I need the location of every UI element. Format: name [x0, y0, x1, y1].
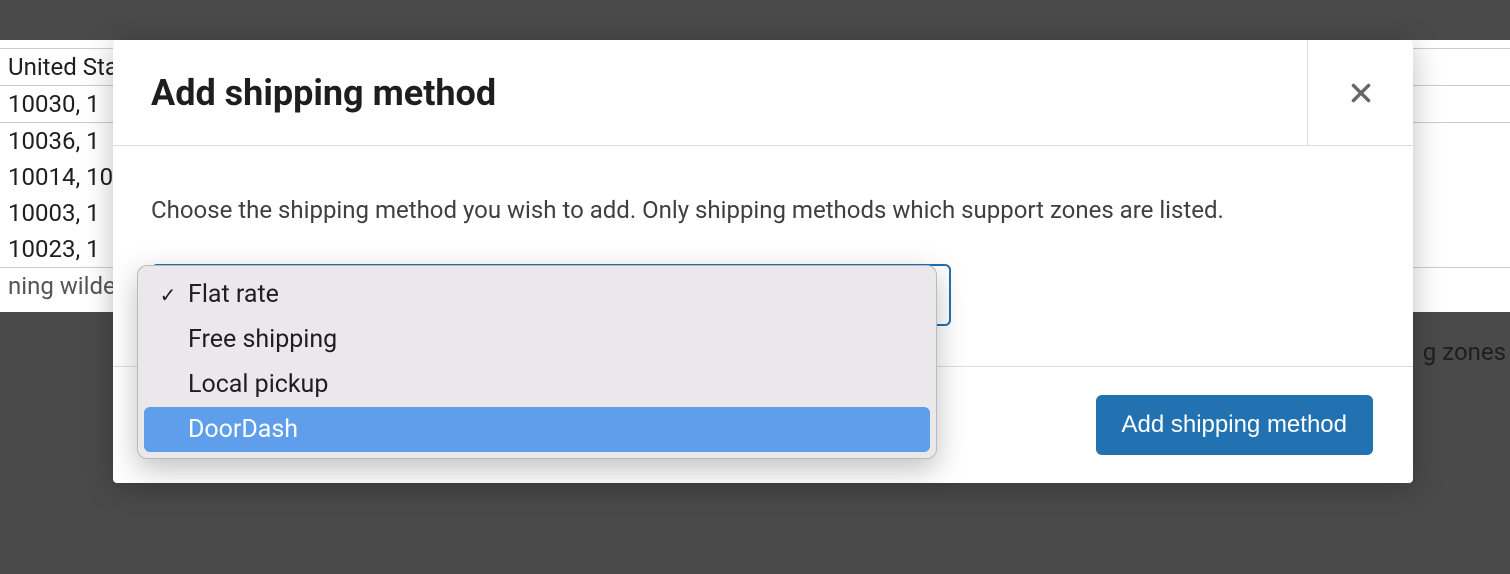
bg-hint-right: g zones — [1423, 338, 1506, 366]
modal-header: Add shipping method — [113, 40, 1413, 146]
option-label: Flat rate — [188, 280, 279, 309]
add-shipping-method-button[interactable]: Add shipping method — [1096, 395, 1374, 455]
shipping-method-dropdown[interactable]: ✓ Flat rate Free shipping Local pickup D… — [137, 265, 937, 459]
dropdown-option-local-pickup[interactable]: Local pickup — [144, 362, 930, 407]
option-label: Free shipping — [188, 325, 337, 354]
modal-description: Choose the shipping method you wish to a… — [151, 196, 1375, 224]
dropdown-option-free-shipping[interactable]: Free shipping — [144, 317, 930, 362]
close-icon — [1348, 80, 1374, 106]
option-label: DoorDash — [188, 415, 298, 444]
dropdown-option-doordash[interactable]: DoorDash — [144, 407, 930, 452]
close-button[interactable] — [1307, 40, 1413, 146]
modal-title: Add shipping method — [113, 72, 496, 114]
option-label: Local pickup — [188, 370, 328, 399]
dropdown-option-flat-rate[interactable]: ✓ Flat rate — [144, 272, 930, 317]
checkmark-icon: ✓ — [158, 283, 178, 307]
